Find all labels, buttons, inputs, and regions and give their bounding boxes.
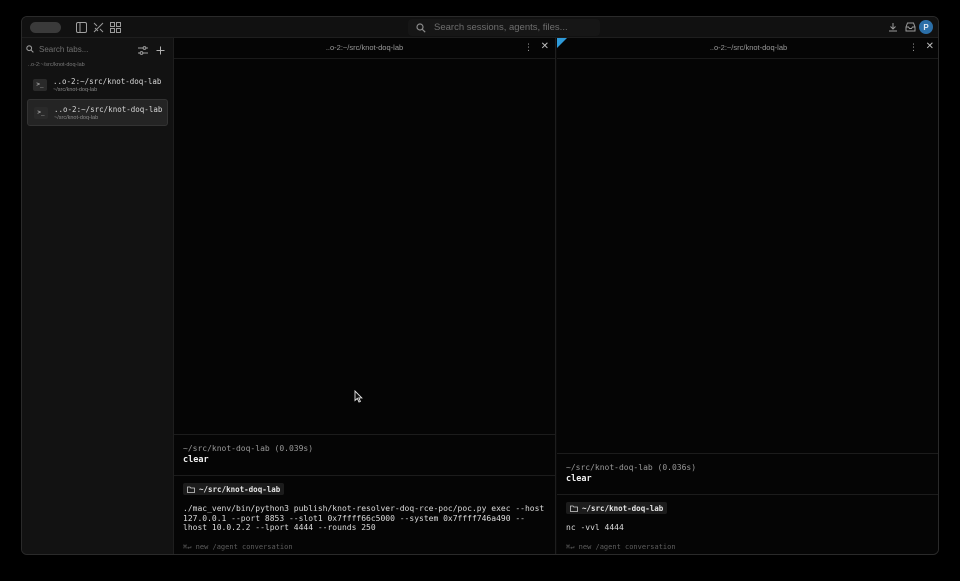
close-icon[interactable]: ✕ [926,41,934,52]
command-meta: ~/src/knot-doq-lab (0.039s) [183,444,314,453]
global-search-placeholder: Search sessions, agents, files... [434,22,568,33]
grid-view-icon[interactable] [108,20,122,34]
tab-subtitle: ~/src/knot-doq-lab [54,114,99,121]
filter-settings-icon[interactable] [138,42,148,60]
global-search-input[interactable]: Search sessions, agents, files... [408,19,600,36]
user-avatar[interactable]: P [919,20,933,34]
terminal-pane-left[interactable]: ..o-2:~/src/knot-doq-lab ⋮ ✕ ~/src/knot-… [174,38,556,554]
cwd-label: ~/src/knot-doq-lab [199,484,281,494]
title-bar: Search sessions, agents, files... P [22,17,938,38]
terminal-icon: >_ [34,106,48,119]
agent-hint: ⌘↵ new /agent conversation [566,543,676,551]
command-input-area[interactable]: ~/src/knot-doq-lab nc -vvl 4444 ⌘↵ new /… [557,494,938,554]
more-options-icon[interactable]: ⋮ [909,42,918,53]
pane-title: ..o-2:~/src/knot-doq-lab [325,43,404,52]
command-input[interactable]: ./mac_venv/bin/python3 publish/knot-reso… [183,504,547,533]
mouse-cursor-icon [354,390,363,403]
cwd-label: ~/src/knot-doq-lab [582,503,664,513]
tab-title: ..o-2:~/src/knot-doq-lab [53,76,162,86]
app-window: Search sessions, agents, files... P Sear… [21,16,939,555]
sidebar-tab-item-active[interactable]: >_ ..o-2:~/src/knot-doq-lab ~/src/knot-d… [27,99,168,126]
new-tab-icon[interactable] [156,42,165,60]
folder-icon [187,486,195,493]
command-input[interactable]: nc -vvl 4444 [566,523,932,533]
download-icon[interactable] [886,20,900,34]
cwd-chip[interactable]: ~/src/knot-doq-lab [566,502,668,514]
tab-search-input[interactable]: Search tabs... [26,42,88,56]
search-icon [416,22,426,33]
search-icon [26,45,34,53]
tab-group-label: ..o-2:~/src/knot-doq-lab [28,62,85,68]
tab-search-placeholder: Search tabs... [39,44,89,54]
tab-subtitle: ~/src/knot-doq-lab [53,86,98,93]
more-options-icon[interactable]: ⋮ [524,42,533,53]
agent-hint: ⌘↵ new /agent conversation [183,543,293,551]
folder-icon [570,505,578,512]
sidebar-tab-item[interactable]: >_ ..o-2:~/src/knot-doq-lab ~/src/knot-d… [27,71,168,98]
agent-tools-icon[interactable] [91,20,105,34]
sidebar-toggle-icon[interactable] [74,20,88,34]
terminal-pane-right[interactable]: ..o-2:~/src/knot-doq-lab ⋮ ✕ ~/src/knot-… [557,38,938,554]
command-block[interactable]: ~/src/knot-doq-lab (0.036s) clear [557,453,938,494]
command-block[interactable]: ~/src/knot-doq-lab (0.039s) clear [174,434,555,475]
command-text: clear [566,474,592,484]
inbox-icon[interactable] [903,20,917,34]
window-controls[interactable] [30,22,61,33]
pane-title: ..o-2:~/src/knot-doq-lab [709,43,788,52]
command-input-area[interactable]: ~/src/knot-doq-lab ./mac_venv/bin/python… [174,475,555,554]
cwd-chip[interactable]: ~/src/knot-doq-lab [183,483,285,495]
command-meta: ~/src/knot-doq-lab (0.036s) [566,463,697,472]
command-text: clear [183,455,209,465]
terminal-icon: >_ [33,78,47,91]
pane-header: ..o-2:~/src/knot-doq-lab ⋮ ✕ [174,38,555,59]
close-icon[interactable]: ✕ [541,41,549,52]
pane-header: ..o-2:~/src/knot-doq-lab ⋮ ✕ [557,38,938,59]
sidebar: Search tabs... ..o-2:~/src/knot-doq-lab … [22,38,174,554]
tab-title: ..o-2:~/src/knot-doq-lab [54,104,163,114]
